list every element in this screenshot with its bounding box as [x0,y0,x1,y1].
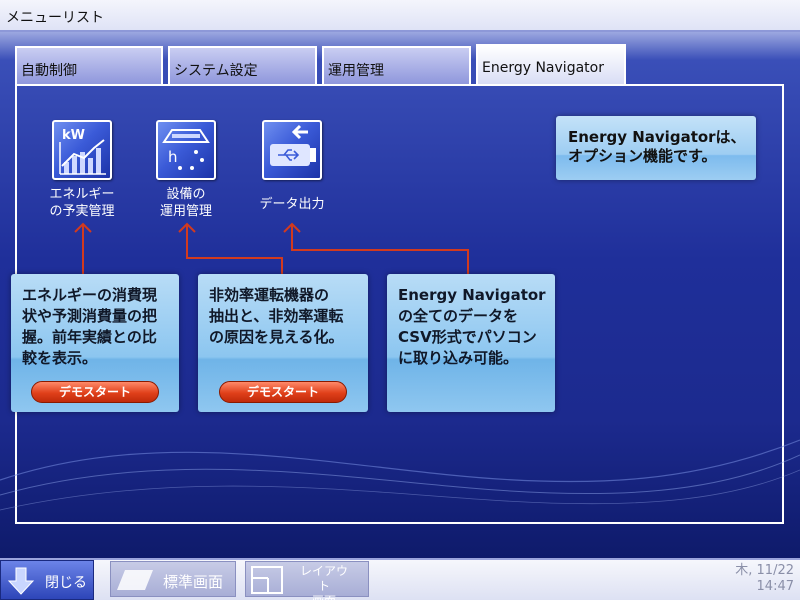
layout-icon [251,566,283,594]
data-output-tool[interactable]: データ出力 [232,120,352,213]
usb-export-icon [262,120,322,180]
tab-auto-control[interactable]: 自動制御 [15,46,163,84]
svg-text:h: h [168,148,178,166]
svg-text:kW: kW [62,128,85,143]
data-output-callout: Energy Navigator の全てのデータを CSV形式でパソコン に取り… [387,274,555,412]
tool-label: 設備の 運用管理 [159,187,212,219]
time-text: 14:47 [756,579,794,594]
tool-label: エネルギー の予実管理 [49,187,115,219]
layout-screen-button[interactable]: レイアウト 画面 [245,561,369,600]
tab-system-settings[interactable]: システム設定 [168,46,317,84]
standard-screen-button[interactable]: 標準画面 [110,561,236,597]
screen-icon [117,570,153,590]
layout-screen-label: 画面 [300,594,348,600]
info-text: Energy Navigatorは、 オプション機能です。 [568,128,746,165]
tab-label: 運用管理 [328,63,384,79]
demo-start-button[interactable]: デモスタート [31,381,159,403]
layout-screen-label: レイアウト [300,564,349,593]
tab-label: システム設定 [174,63,258,79]
callout-text: 非効率運転機器の 抽出と、非効率運転 の原因を見える化。 [209,286,344,346]
close-button[interactable]: 閉じる [0,560,94,600]
background-waves [0,439,800,511]
option-info-box: Energy Navigatorは、 オプション機能です。 [556,116,756,180]
close-label: 閉じる [45,575,87,591]
tab-energy-navigator[interactable]: Energy Navigator [476,44,626,84]
equipment-operation-tool[interactable]: h 設備の 運用管理 [126,120,246,220]
callout-text: Energy Navigator の全てのデータを CSV形式でパソコン に取り… [398,286,546,367]
standard-screen-label: 標準画面 [163,573,224,591]
window-title: メニューリスト [6,10,104,26]
tool-label: データ出力 [259,197,325,212]
tab-operation-management[interactable]: 運用管理 [322,46,471,84]
callout-text: エネルギーの消費現 状や予測消費量の把 握。前年実績との比 較を表示。 [22,286,158,367]
tab-label: Energy Navigator [482,60,604,76]
demo-start-button[interactable]: デモスタート [219,381,347,403]
energy-plan-actual-tool[interactable]: kW エネルギー の予実管理 [22,120,142,220]
kw-chart-icon: kW [52,120,112,180]
equipment-icon: h [156,120,216,180]
clock: 木, 11/22 14:47 [735,563,794,595]
date-text: 木, 11/22 [735,563,794,578]
tab-label: 自動制御 [21,63,77,79]
arrow-down-icon [7,567,35,595]
title-bar: メニューリスト [0,0,800,32]
